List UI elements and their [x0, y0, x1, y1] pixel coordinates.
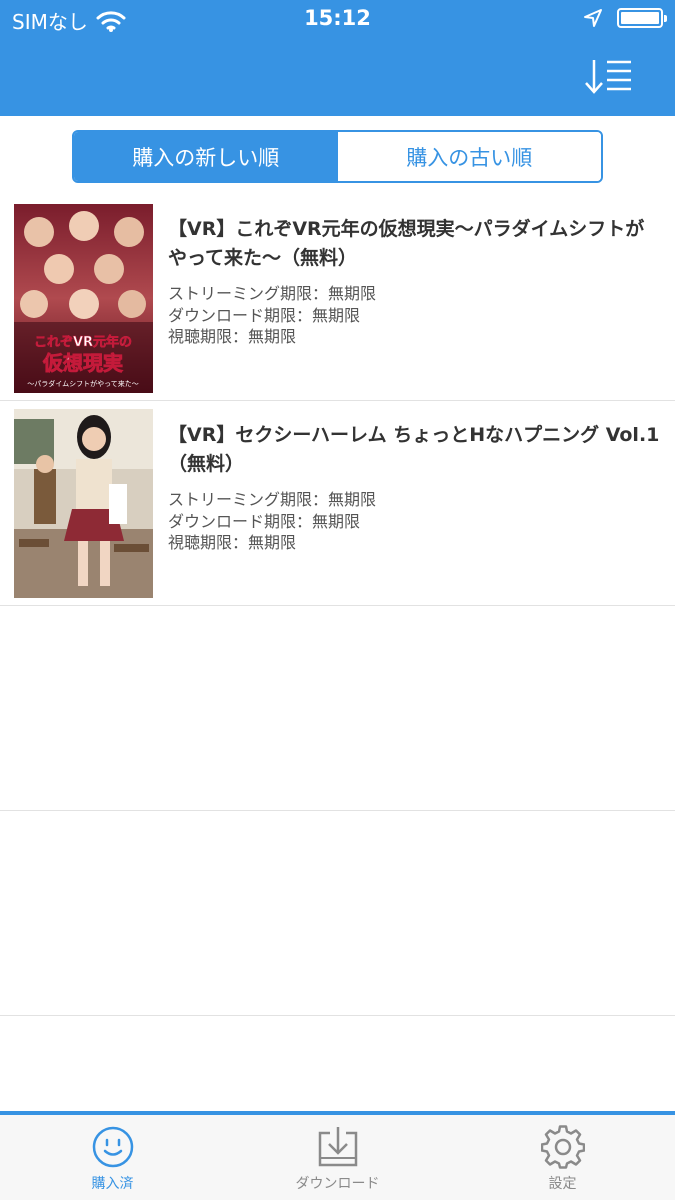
- download-tray-icon: [318, 1127, 357, 1167]
- item-title: 【VR】セクシーハーレム ちょっとHなハプニング Vol.1（無料）: [168, 424, 660, 475]
- streaming-limit: ストリーミング期限：無期限: [168, 284, 377, 303]
- sort-segmented-control: 購入の新しい順 購入の古い順: [72, 130, 603, 183]
- row-divider: [0, 605, 675, 606]
- tab-bar: 購入済 ダウンロード 設定: [0, 1111, 675, 1200]
- item-title: 【VR】これぞVR元年の仮想現実〜パラダイムシフトがやって来た〜（無料）: [168, 218, 645, 269]
- nav-header: SIMなし 15:12: [0, 0, 675, 116]
- tab-download[interactable]: ダウンロード: [225, 1115, 450, 1200]
- gear-icon: [540, 1125, 585, 1169]
- tab-label: 購入済: [91, 1176, 134, 1192]
- thumbnail-image: [14, 409, 153, 598]
- battery-icon: [617, 8, 667, 28]
- thumbnail-image: これぞVR元年の 仮想現実 〜パラダイムシフトがやって来た〜: [14, 204, 153, 393]
- download-limit: ダウンロード期限：無期限: [168, 306, 361, 325]
- status-bar: SIMなし 15:12: [0, 0, 675, 40]
- row-divider: [0, 810, 675, 811]
- thumbnail-caption-3: 〜パラダイムシフトがやって来た〜: [27, 379, 139, 388]
- status-right: [583, 8, 667, 28]
- viewing-limit: 視聴期限：無期限: [168, 533, 297, 552]
- tab-purchased[interactable]: 購入済: [0, 1115, 225, 1200]
- download-limit: ダウンロード期限：無期限: [168, 512, 361, 531]
- viewing-limit: 視聴期限：無期限: [168, 327, 297, 346]
- segment-newest[interactable]: 購入の新しい順: [74, 132, 338, 181]
- location-arrow-icon: [584, 9, 602, 27]
- streaming-limit: ストリーミング期限：無期限: [168, 490, 377, 509]
- tab-label: ダウンロード: [295, 1176, 380, 1192]
- purchase-list-item[interactable]: 【VR】セクシーハーレム ちょっとHなハプニング Vol.1（無料） ストリーミ…: [0, 401, 675, 605]
- purchase-list-item[interactable]: これぞVR元年の 仮想現実 〜パラダイムシフトがやって来た〜 【VR】これぞVR…: [0, 195, 675, 401]
- tab-settings[interactable]: 設定: [450, 1115, 675, 1200]
- tab-label: 設定: [548, 1176, 577, 1192]
- segment-oldest[interactable]: 購入の古い順: [337, 132, 601, 181]
- clock: 15:12: [304, 6, 371, 30]
- thumbnail-caption-2: 仮想現実: [42, 351, 123, 375]
- smiley-icon: [92, 1126, 133, 1168]
- row-divider: [0, 1015, 675, 1016]
- sort-order-button[interactable]: [585, 58, 635, 94]
- thumbnail-caption-1: これぞVR元年の: [34, 334, 132, 350]
